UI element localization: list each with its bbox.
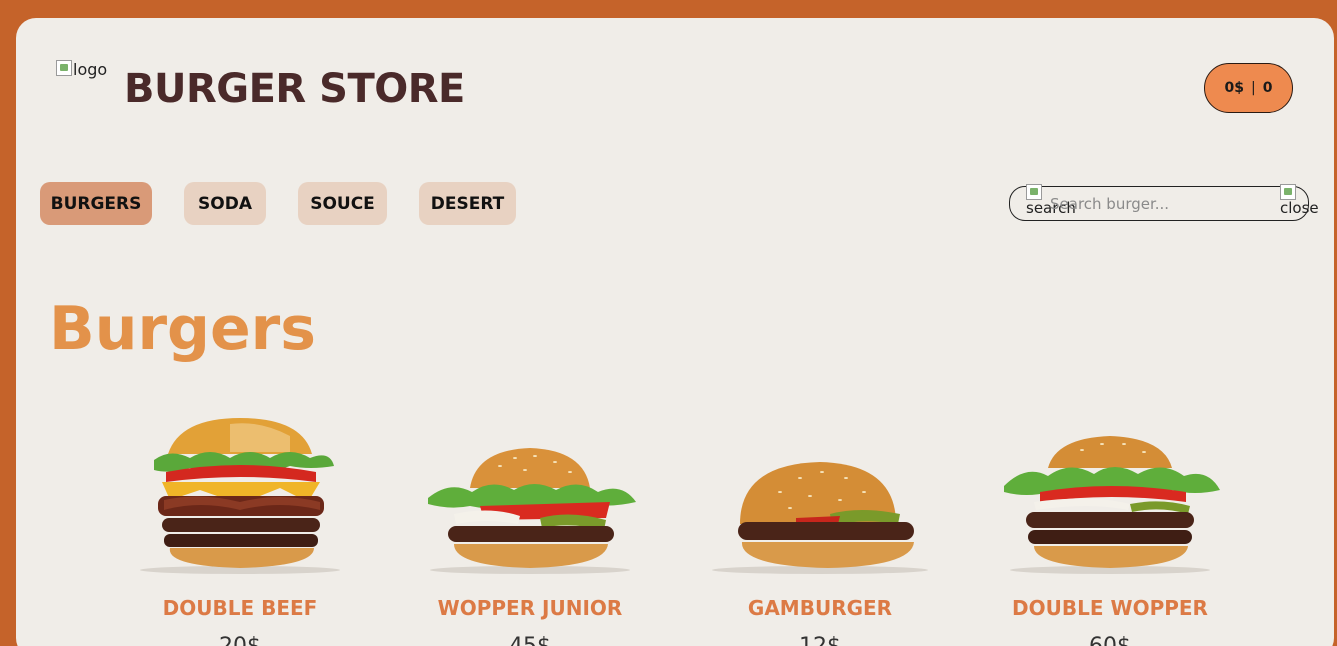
product-name: GAMBURGER	[747, 596, 893, 620]
category-soda[interactable]: SODA	[184, 182, 266, 225]
broken-image-icon	[1026, 184, 1042, 200]
product-price: 60$	[990, 634, 1230, 646]
product-card[interactable]: DOUBLE BEEF 20$	[120, 414, 360, 646]
product-card[interactable]: GAMBURGER 12$	[700, 414, 940, 646]
broken-image-icon	[1280, 184, 1296, 200]
category-burgers[interactable]: BURGERS	[40, 182, 152, 225]
search-bar: search close	[1009, 184, 1319, 221]
cart-button[interactable]: 0$ | 0	[1204, 63, 1293, 113]
burger-image	[140, 418, 340, 574]
section-title: Burgers	[49, 294, 316, 364]
product-name: WOPPER JUNIOR	[437, 596, 623, 620]
product-price: 45$	[410, 634, 650, 646]
burger-icon[interactable]	[120, 414, 360, 574]
logo-alt-text: logo	[73, 60, 108, 79]
cart-count: 0	[1262, 80, 1273, 96]
main-card: logo BURGER STORE 0$ | 0 BURGERS SODA SO…	[16, 18, 1334, 646]
product-card[interactable]: DOUBLE WOPPER 60$	[990, 414, 1230, 646]
close-icon-alt: close	[1280, 199, 1319, 217]
product-name: DOUBLE WOPPER	[1012, 596, 1208, 620]
category-desert[interactable]: DESERT	[419, 182, 516, 225]
burger-image	[712, 462, 928, 574]
burger-image	[1004, 436, 1220, 574]
close-icon[interactable]: close	[1280, 184, 1319, 216]
burger-icon[interactable]	[410, 414, 650, 574]
burger-icon[interactable]	[990, 414, 1230, 574]
category-nav: BURGERS SODA SOUCE DESERT	[40, 182, 548, 225]
logo-image[interactable]: logo	[56, 60, 107, 79]
search-input[interactable]	[1050, 193, 1270, 215]
brand-title: BURGER STORE	[124, 66, 465, 112]
burger-image	[428, 448, 636, 574]
cart-divider: |	[1251, 80, 1256, 96]
broken-image-icon	[56, 60, 72, 76]
product-card[interactable]: WOPPER JUNIOR 45$	[410, 414, 650, 646]
product-name: DOUBLE BEEF	[162, 596, 318, 620]
category-souce[interactable]: SOUCE	[298, 182, 387, 225]
product-price: 20$	[120, 634, 360, 646]
burger-icon[interactable]	[700, 414, 940, 574]
product-price: 12$	[700, 634, 940, 646]
cart-total: 0$	[1224, 80, 1244, 96]
